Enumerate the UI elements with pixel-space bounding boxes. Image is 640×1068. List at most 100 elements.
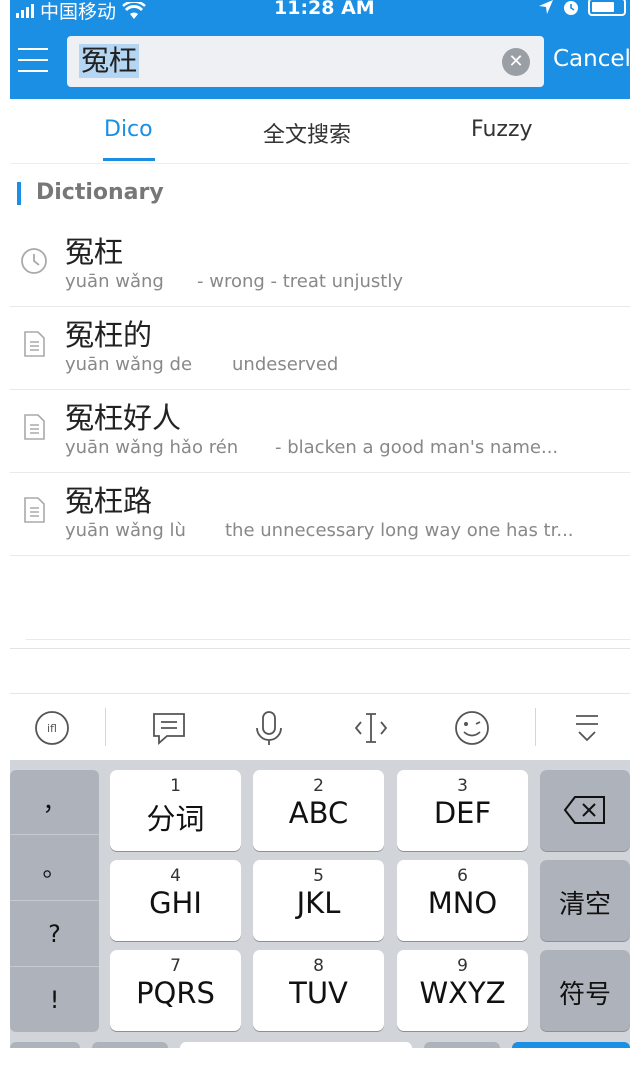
carrier-info: 中国移动 <box>16 0 146 24</box>
key-label: MNO <box>427 886 498 920</box>
keyboard: ， 。 ? ! 1 分词 2 ABC 3 DEF 4 GHI 5 JKL 6 MNO 清空 … <box>10 760 630 1048</box>
list-divider <box>26 639 630 640</box>
document-icon <box>24 331 45 357</box>
confirm-key[interactable] <box>512 1042 630 1048</box>
key-label: TUV <box>289 976 348 1010</box>
key-1[interactable]: 1 分词 <box>110 770 241 851</box>
microphone-icon[interactable] <box>249 708 289 748</box>
key-number: 2 <box>313 776 324 796</box>
punctuation-key[interactable]: ! <box>10 968 99 1032</box>
search-input[interactable]: 冤枉 ✕ <box>67 36 544 87</box>
carrier-name: 中国移动 <box>40 1 117 23</box>
keyboard-toolbar: ifl <box>10 693 630 761</box>
section-marker <box>17 182 21 205</box>
key-number: 1 <box>170 776 181 796</box>
search-query[interactable]: 冤枉 <box>79 44 140 78</box>
tab-fuzzy[interactable]: Fuzzy <box>471 117 533 142</box>
result-pinyin: yuān wǎng hǎo rén <box>65 437 239 458</box>
result-definition: undeserved <box>232 354 339 375</box>
bottom-key[interactable] <box>10 1042 80 1048</box>
cursor-move-icon[interactable] <box>351 708 391 748</box>
key-label: DEF <box>433 796 492 830</box>
key-number: 7 <box>170 956 181 976</box>
status-right <box>538 0 626 16</box>
key-label: 分词 <box>146 802 205 836</box>
tab-indicator <box>103 158 155 161</box>
hide-keyboard-icon[interactable] <box>567 708 607 748</box>
input-method-icon[interactable]: ifl <box>32 708 72 748</box>
result-item[interactable]: 冤枉的 yuān wǎng de undeserved <box>10 306 630 390</box>
key-number: 6 <box>457 866 468 886</box>
clear-button[interactable]: 清空 <box>540 860 630 941</box>
symbols-label: 符号 <box>558 980 611 1010</box>
key-4[interactable]: 4 GHI <box>110 860 241 941</box>
result-word: 冤枉 <box>65 235 124 269</box>
alarm-icon <box>564 1 578 15</box>
key-9[interactable]: 9 WXYZ <box>397 950 528 1031</box>
emoji-icon[interactable] <box>452 708 492 748</box>
key-5[interactable]: 5 JKL <box>253 860 384 941</box>
key-number: 8 <box>313 956 324 976</box>
backspace-icon <box>563 796 605 824</box>
toolbar-divider <box>535 708 536 746</box>
clear-label: 清空 <box>558 890 611 920</box>
result-word: 冤枉好人 <box>65 401 182 435</box>
tab-bar: Dico 全文搜索 Fuzzy <box>10 99 630 164</box>
location-icon <box>539 0 553 14</box>
key-7[interactable]: 7 PQRS <box>110 950 241 1031</box>
result-pinyin: yuān wǎng <box>65 271 164 292</box>
toolbar-divider <box>105 708 106 746</box>
result-definition: - blacken a good man's name... <box>275 437 559 458</box>
key-number: 5 <box>313 866 324 886</box>
document-icon <box>24 497 45 523</box>
key-number: 9 <box>457 956 468 976</box>
punctuation-key[interactable]: ， <box>10 770 99 835</box>
header: 中国移动 11:28 AM 冤枉 ✕ Cancel <box>10 0 630 99</box>
key-label: PQRS <box>136 976 215 1010</box>
key-label: WXYZ <box>419 976 506 1010</box>
tab-dico[interactable]: Dico <box>104 117 153 142</box>
punctuation-key[interactable]: ? <box>10 902 99 967</box>
result-word: 冤枉的 <box>65 318 153 352</box>
menu-icon[interactable] <box>18 48 48 74</box>
key-number: 4 <box>170 866 181 886</box>
key-label: ABC <box>288 796 349 830</box>
signal-icon <box>16 3 34 18</box>
document-icon <box>24 414 45 440</box>
wifi-icon <box>122 1 146 19</box>
cancel-button[interactable]: Cancel <box>553 46 630 72</box>
key-2[interactable]: 2 ABC <box>253 770 384 851</box>
result-pinyin: yuān wǎng lù <box>65 520 186 541</box>
result-pinyin: yuān wǎng de <box>65 354 193 375</box>
key-number: 3 <box>457 776 468 796</box>
bottom-key[interactable] <box>92 1042 168 1048</box>
key-8[interactable]: 8 TUV <box>253 950 384 1031</box>
backspace-button[interactable] <box>540 770 630 851</box>
result-word: 冤枉路 <box>65 484 153 518</box>
app-frame: 中国移动 11:28 AM 冤枉 ✕ Cancel Dico 全文搜索 Fuzz… <box>10 0 630 1048</box>
message-icon[interactable] <box>149 708 189 748</box>
clear-search-icon[interactable]: ✕ <box>502 48 530 76</box>
tab-fulltext[interactable]: 全文搜索 <box>263 117 351 149</box>
result-item[interactable]: 冤枉路 yuān wǎng lù the unnecessary long wa… <box>10 472 630 556</box>
status-time: 11:28 AM <box>274 0 375 19</box>
result-definition: - wrong - treat unjustly <box>197 271 403 292</box>
symbols-button[interactable]: 符号 <box>540 950 630 1031</box>
punctuation-column: ， 。 ? ! <box>10 770 99 1032</box>
content-divider <box>10 648 630 649</box>
section-title: Dictionary <box>36 180 164 205</box>
battery-icon <box>588 0 626 16</box>
status-bar: 中国移动 11:28 AM <box>10 0 630 24</box>
bottom-key[interactable] <box>424 1042 500 1048</box>
svg-text:ifl: ifl <box>47 722 57 735</box>
key-label: GHI <box>149 886 202 920</box>
result-item[interactable]: 冤枉 yuān wǎng - wrong - treat unjustly <box>10 223 630 307</box>
key-3[interactable]: 3 DEF <box>397 770 528 851</box>
punctuation-key[interactable]: 。 <box>10 836 99 901</box>
clock-icon <box>21 248 47 274</box>
key-6[interactable]: 6 MNO <box>397 860 528 941</box>
result-definition: the unnecessary long way one has tr... <box>225 520 574 541</box>
key-label: JKL <box>296 886 341 920</box>
result-item[interactable]: 冤枉好人 yuān wǎng hǎo rén - blacken a good … <box>10 389 630 473</box>
space-key[interactable] <box>180 1042 412 1048</box>
